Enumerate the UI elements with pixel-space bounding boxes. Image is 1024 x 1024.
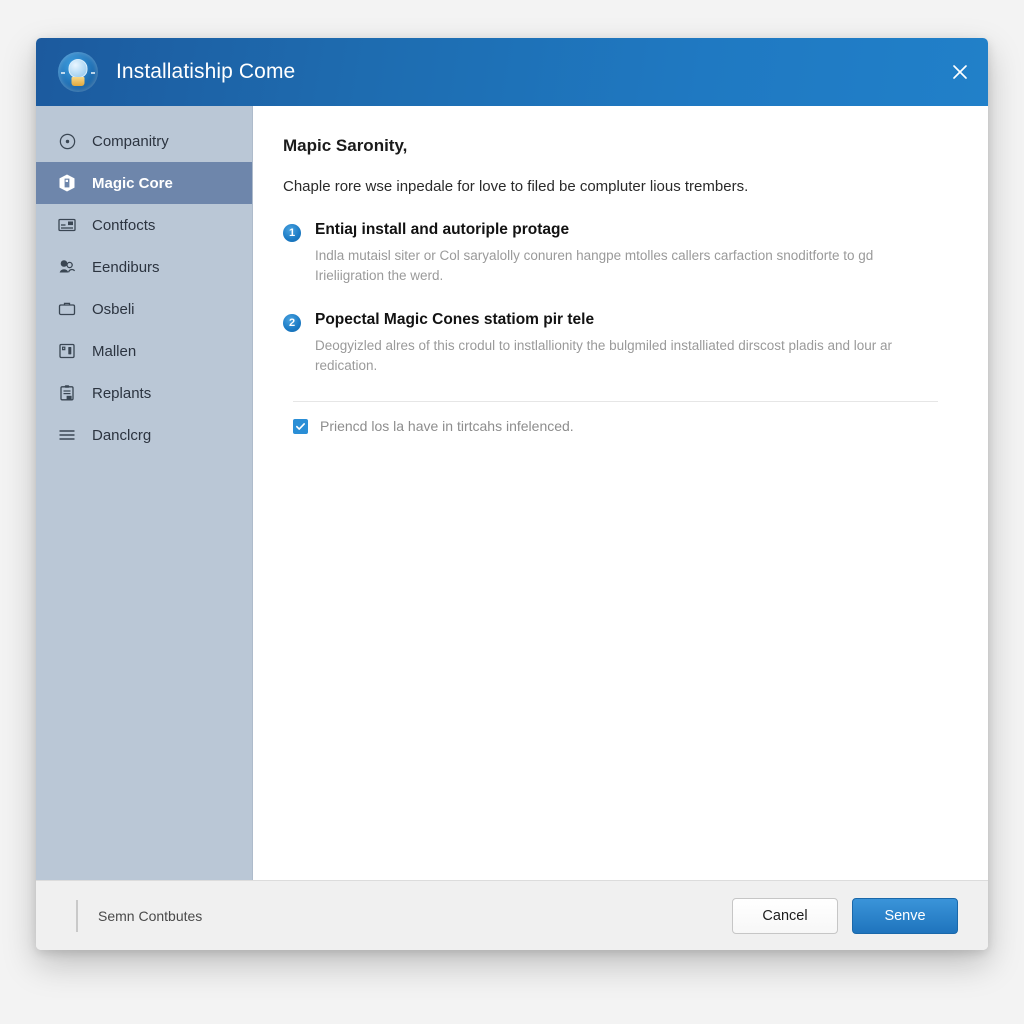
footer-status-text: Semn Contbutes [98, 907, 203, 924]
sidebar-item-eendiburs[interactable]: Eendiburs [36, 246, 252, 288]
id-badge-icon [56, 340, 78, 362]
agreement-checkbox-row[interactable]: Priencd los la have in tirtcahs infelenc… [283, 418, 948, 434]
sidebar-item-mallen[interactable]: Mallen [36, 330, 252, 372]
lightbulb-balloon-icon [58, 52, 98, 92]
step-number-badge: 1 [283, 224, 301, 242]
sidebar-item-label: Danclcrg [92, 426, 152, 444]
checkbox-checked-icon[interactable] [293, 418, 308, 434]
sidebar-item-contfocts[interactable]: Contfocts [36, 204, 252, 246]
sidebar-item-magic-core[interactable]: Magic Core [36, 162, 252, 204]
section-divider [293, 401, 938, 403]
footer-divider [76, 899, 78, 932]
step-title: Popectal Magic Cones statiom pir tele [315, 311, 595, 329]
cube-box-icon [56, 172, 78, 194]
target-circle-icon [56, 130, 78, 152]
sidebar-item-label: Companitry [92, 132, 169, 150]
sidebar-item-label: Osbeli [92, 300, 135, 318]
sidebar-item-label: Contfocts [92, 216, 156, 234]
sidebar-item-label: Mallen [92, 342, 137, 360]
sidebar-item-label: Magic Core [92, 174, 173, 192]
contact-card-icon [56, 214, 78, 236]
main-content: Mapic Saronity, Chaple rore wse inpedale… [253, 106, 988, 880]
title-bar: Installatiship Come [36, 38, 988, 106]
step-description: Deogyizled alres of this crodul to instl… [315, 338, 893, 373]
window-title: Installatiship Come [116, 60, 296, 83]
clipboard-icon [56, 382, 78, 404]
hamburger-menu-icon [56, 424, 78, 446]
step-item: 1 Entiaȷ install and autoriple protage I… [283, 221, 948, 285]
cancel-button[interactable]: Cancel [732, 897, 838, 934]
sidebar-item-danclcrg[interactable]: Danclcrg [36, 414, 252, 456]
sidebar-item-label: Eendiburs [92, 258, 160, 276]
intro-text: Chaple rore wse inpedale for love to fil… [283, 178, 749, 195]
primary-action-button[interactable]: Senve [852, 897, 958, 934]
sidebar-item-label: Replants [92, 384, 152, 402]
page-title: Mapic Saronity, [283, 136, 408, 155]
briefcase-icon [56, 298, 78, 320]
step-description: Indla mutaisl siter or Col saryalolly co… [315, 248, 874, 283]
window-body: Companitry Magic Core Contfocts Eendibur… [36, 106, 988, 880]
step-item: 2 Popectal Magic Cones statiom pir tele … [283, 311, 948, 375]
step-title: Entiaȷ install and autoriple protage [315, 221, 570, 238]
sidebar-item-replants[interactable]: Replants [36, 372, 252, 414]
sidebar-item-osbeli[interactable]: Osbeli [36, 288, 252, 330]
installer-window: Installatiship Come Companitry Magic Cor… [36, 38, 988, 950]
close-icon[interactable] [932, 38, 988, 106]
step-number-badge: 2 [283, 314, 301, 333]
sidebar-item-companitry[interactable]: Companitry [36, 120, 252, 162]
checkbox-label: Priencd los la have in tirtcahs infelenc… [320, 418, 574, 435]
sidebar-nav: Companitry Magic Core Contfocts Eendibur… [36, 106, 253, 880]
people-group-icon [56, 256, 78, 278]
footer-bar: Semn Contbutes Cancel Senve [36, 880, 988, 950]
